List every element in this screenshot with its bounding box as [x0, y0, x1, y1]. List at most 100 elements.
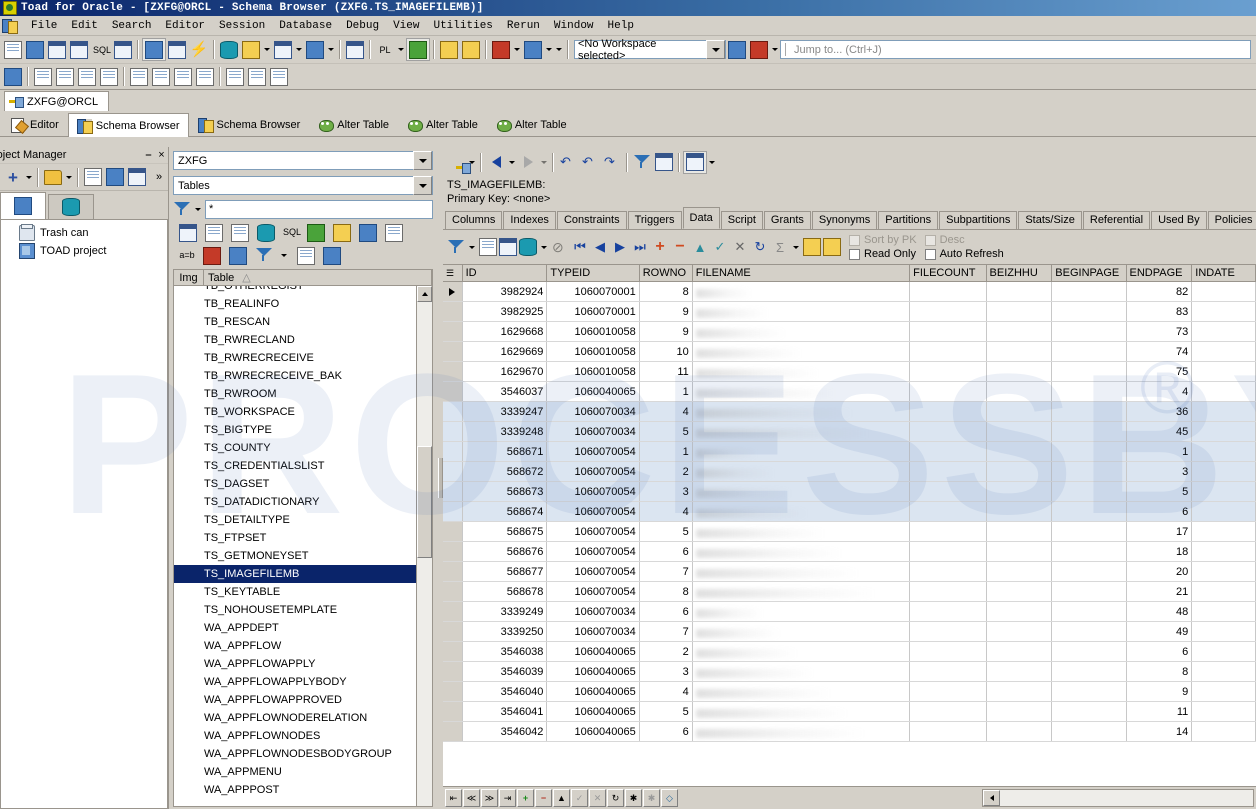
cell-endpage[interactable]: 6 — [1126, 642, 1192, 662]
row-indicator-cell[interactable] — [443, 682, 462, 702]
row-indicator-cell[interactable] — [443, 342, 462, 362]
column-header-typeid[interactable]: TYPEID — [547, 265, 639, 282]
cell-endpage[interactable]: 48 — [1126, 602, 1192, 622]
grid-export-icon[interactable] — [519, 237, 537, 257]
cell-id[interactable]: 3339247 — [462, 402, 547, 422]
cell-filecount[interactable] — [910, 602, 986, 622]
rebuild-icon[interactable] — [76, 66, 98, 87]
cell-rowno[interactable]: 3 — [639, 662, 692, 682]
table-list-item[interactable]: TS_DAGSET — [174, 475, 432, 493]
plsql-debug-icon[interactable]: PL — [374, 39, 396, 60]
detail-tab-script[interactable]: Script — [721, 211, 763, 229]
cell-rowno[interactable]: 9 — [639, 322, 692, 342]
cell-typeid[interactable]: 1060010058 — [547, 342, 639, 362]
cell-typeid[interactable]: 1060070034 — [547, 402, 639, 422]
cell-typeid[interactable]: 1060040065 — [547, 682, 639, 702]
cell-id[interactable]: 3546042 — [462, 722, 547, 742]
cell-endpage[interactable]: 17 — [1126, 522, 1192, 542]
detail-tab-triggers[interactable]: Triggers — [628, 211, 682, 229]
edit-record-icon[interactable]: ▲ — [691, 237, 709, 257]
grid-columns-icon[interactable] — [499, 237, 517, 257]
table-list-item[interactable]: TS_NOHOUSETEMPLATE — [174, 601, 432, 619]
object-search-dropdown-icon[interactable] — [326, 39, 336, 60]
cell-filecount[interactable] — [910, 402, 986, 422]
er-diagram-icon[interactable] — [268, 66, 290, 87]
cell-indate[interactable] — [1192, 482, 1256, 502]
schema-select[interactable]: ZXFG — [173, 151, 433, 170]
detail-tab-constraints[interactable]: Constraints — [557, 211, 627, 229]
export-data-icon[interactable] — [128, 66, 150, 87]
alter-table-icon[interactable] — [231, 224, 249, 242]
cell-id[interactable]: 568672 — [462, 462, 547, 482]
cell-id[interactable]: 568671 — [462, 442, 547, 462]
cell-beizhhu[interactable] — [986, 442, 1052, 462]
cell-beginpage[interactable] — [1052, 522, 1126, 542]
add-item-icon[interactable]: + — [2, 167, 24, 188]
cell-filecount[interactable] — [910, 662, 986, 682]
cell-beginpage[interactable] — [1052, 342, 1126, 362]
checkbox-auto-refresh[interactable]: Auto Refresh — [925, 248, 1004, 261]
table-list-item[interactable]: TB_RWROOM — [174, 385, 432, 403]
cell-typeid[interactable]: 1060070001 — [547, 302, 639, 322]
table-list-item[interactable]: TS_BIGTYPE — [174, 421, 432, 439]
cell-beizhhu[interactable] — [986, 722, 1052, 742]
table-list-item[interactable]: TS_CREDENTIALSLIST — [174, 457, 432, 475]
analyze-object-icon[interactable] — [359, 224, 377, 242]
grid-export-dropdown-icon[interactable] — [539, 237, 549, 258]
save-icon[interactable] — [104, 167, 126, 188]
table-row[interactable]: 162966910600100581074 — [443, 342, 1256, 362]
cell-rowno[interactable]: 1 — [639, 442, 692, 462]
row-indicator-cell[interactable] — [443, 422, 462, 442]
cell-filename[interactable] — [692, 282, 909, 302]
cell-beizhhu[interactable] — [986, 362, 1052, 382]
cell-rowno[interactable]: 7 — [639, 622, 692, 642]
cell-filename[interactable] — [692, 642, 909, 662]
project-toolbar-overflow-icon[interactable]: » — [148, 167, 170, 188]
cell-typeid[interactable]: 1060040065 — [547, 662, 639, 682]
save-workspace-icon[interactable] — [726, 39, 748, 60]
cell-filecount[interactable] — [910, 522, 986, 542]
cell-endpage[interactable]: 6 — [1126, 502, 1192, 522]
workspace-dropdown-icon[interactable] — [706, 40, 725, 59]
cell-beginpage[interactable] — [1052, 462, 1126, 482]
menu-edit[interactable]: Edit — [64, 18, 104, 34]
table-row[interactable]: 568671106007005411 — [443, 442, 1256, 462]
jump-to-input[interactable]: Jump to... (Ctrl+J) — [780, 40, 1251, 59]
aggregate-dropdown-icon[interactable] — [791, 237, 801, 258]
cell-beginpage[interactable] — [1052, 702, 1126, 722]
workspace-options-dropdown-icon[interactable] — [770, 39, 780, 60]
table-row[interactable]: 5686751060070054517 — [443, 522, 1256, 542]
row-indicator-cell[interactable] — [443, 382, 462, 402]
cell-indate[interactable] — [1192, 462, 1256, 482]
export-icon[interactable] — [460, 39, 482, 60]
cell-indate[interactable] — [1192, 582, 1256, 602]
checkbox-read-only[interactable]: Read Only — [849, 248, 917, 261]
table-list-item[interactable]: TB_RWRECRECEIVE — [174, 349, 432, 367]
column-header-beginpage[interactable]: BEGINPAGE — [1052, 265, 1126, 282]
cell-typeid[interactable]: 1060070034 — [547, 622, 639, 642]
aggregate-sum-icon[interactable]: Σ — [771, 237, 789, 257]
cell-id[interactable]: 568674 — [462, 502, 547, 522]
cell-filecount[interactable] — [910, 342, 986, 362]
table-list-item[interactable]: WA_APPFLOWAPPLYBODY — [174, 673, 432, 691]
window-list-icon[interactable] — [272, 39, 294, 60]
cell-rowno[interactable]: 5 — [639, 522, 692, 542]
table-list-item[interactable]: TS_DATADICTIONARY — [174, 493, 432, 511]
grid-filter-icon[interactable] — [255, 247, 271, 263]
table-list-item[interactable]: WA_APPMENU — [174, 763, 432, 781]
cell-endpage[interactable]: 3 — [1126, 462, 1192, 482]
workspace-select[interactable]: <No Workspace selected> — [574, 40, 726, 59]
session-browser-dropdown-icon[interactable] — [262, 39, 272, 60]
cell-rowno[interactable]: 8 — [639, 582, 692, 602]
cell-indate[interactable] — [1192, 642, 1256, 662]
cell-filename[interactable] — [692, 562, 909, 582]
cell-id[interactable]: 1629668 — [462, 322, 547, 342]
cell-typeid[interactable]: 1060040065 — [547, 722, 639, 742]
detail-tab-referential[interactable]: Referential — [1083, 211, 1150, 229]
cell-beginpage[interactable] — [1052, 582, 1126, 602]
cell-rowno[interactable]: 2 — [639, 642, 692, 662]
row-indicator-cell[interactable] — [443, 622, 462, 642]
cell-beginpage[interactable] — [1052, 542, 1126, 562]
open-folder-icon[interactable] — [42, 167, 64, 188]
cell-indate[interactable] — [1192, 342, 1256, 362]
